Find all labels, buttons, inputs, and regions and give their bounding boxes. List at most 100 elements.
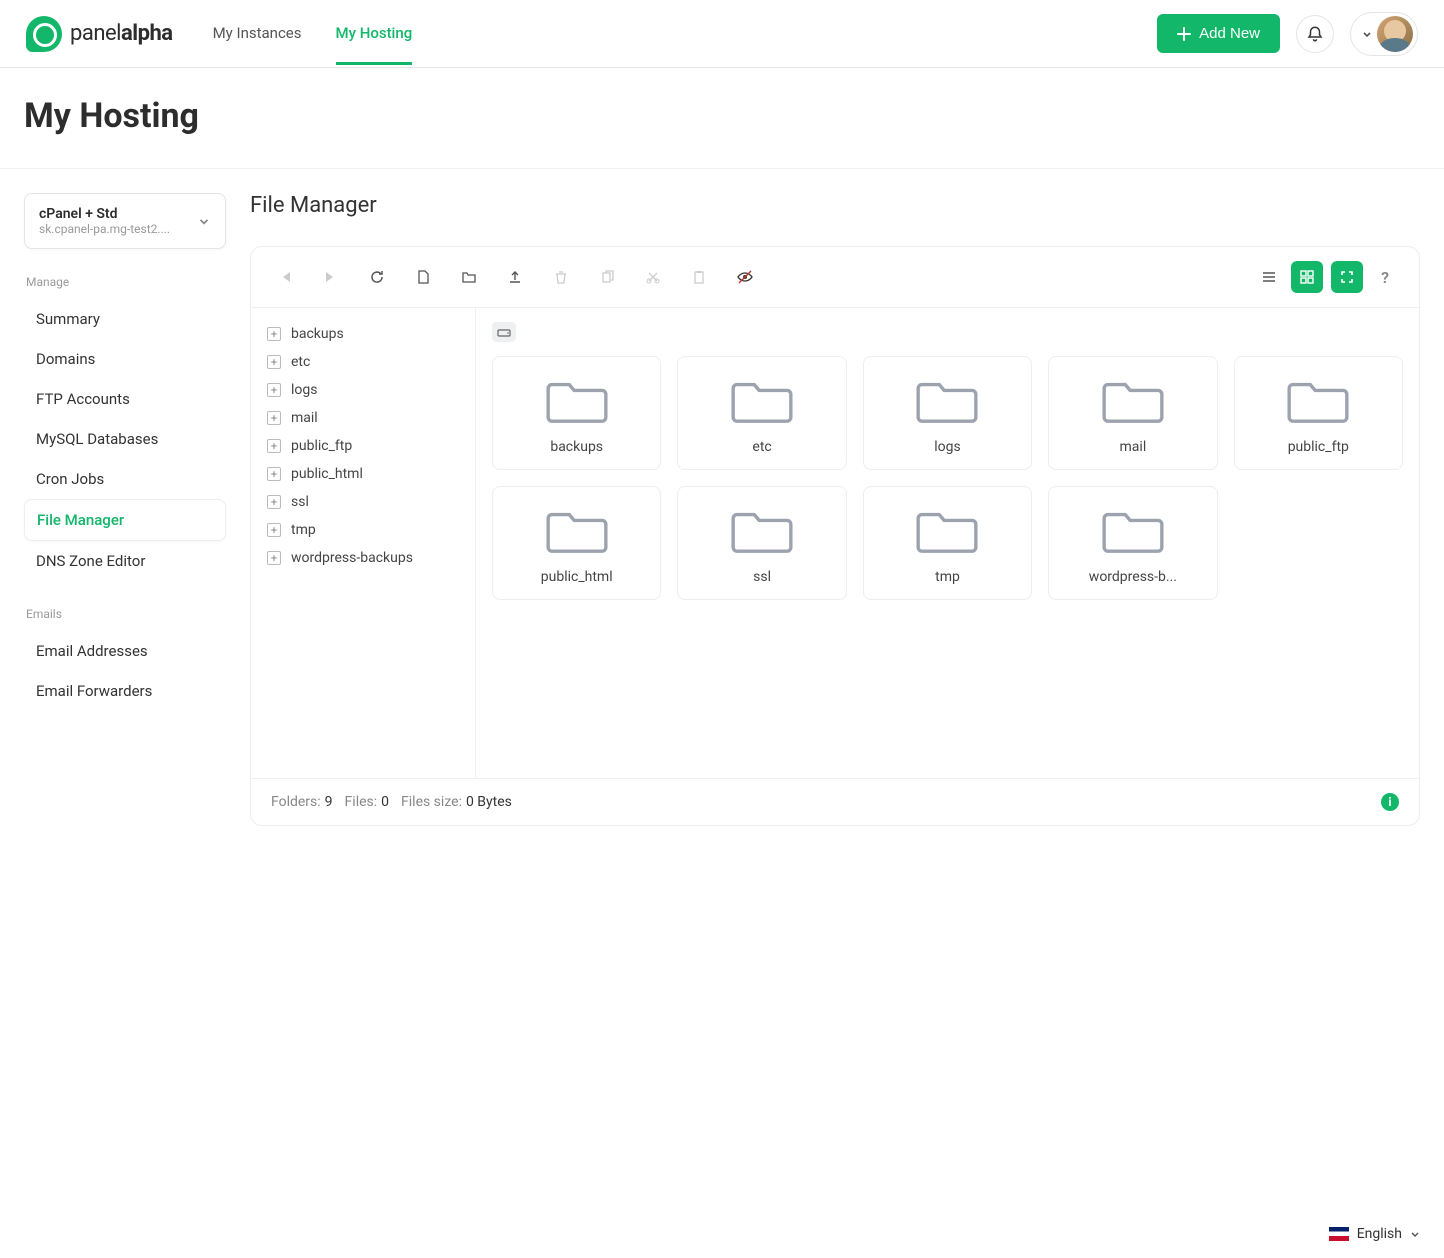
folder-item[interactable]: etc — [677, 356, 846, 470]
sidebar-item[interactable]: Summary — [24, 299, 226, 339]
file-manager-card: ? +backups+etc+logs+mail+public_ftp+publ… — [250, 246, 1420, 826]
tree-item[interactable]: + wordpress-backups — [261, 544, 465, 572]
help-button[interactable]: ? — [1371, 263, 1399, 291]
folder-item[interactable]: ssl — [677, 486, 846, 600]
expand-icon[interactable]: + — [267, 355, 281, 369]
new-file-button[interactable] — [409, 263, 437, 291]
status-files-label: Files: — [345, 794, 378, 810]
folder-item[interactable]: logs — [863, 356, 1032, 470]
expand-icon[interactable]: + — [267, 551, 281, 565]
delete-button[interactable] — [547, 263, 575, 291]
bell-icon — [1306, 25, 1324, 43]
top-nav-item[interactable]: My Hosting — [336, 2, 413, 65]
sidebar: cPanel + Std sk.cpanel-pa.mg-test2.... M… — [24, 193, 226, 711]
folder-item[interactable]: public_ftp — [1234, 356, 1403, 470]
top-header: panelalpha My Instances My Hosting Add Ne… — [0, 0, 1444, 68]
logo[interactable]: panelalpha — [26, 16, 173, 52]
expand-icon[interactable]: + — [267, 383, 281, 397]
account-selector[interactable]: cPanel + Std sk.cpanel-pa.mg-test2.... — [24, 193, 226, 249]
folder-icon — [1287, 375, 1349, 425]
tree-item[interactable]: + ssl — [261, 488, 465, 516]
sidebar-item[interactable]: Cron Jobs — [24, 459, 226, 499]
folder-icon — [1102, 505, 1164, 555]
folder-icon — [546, 505, 608, 555]
folder-item[interactable]: wordpress-b... — [1048, 486, 1217, 600]
folder-icon — [731, 375, 793, 425]
user-menu[interactable] — [1350, 12, 1418, 56]
upload-button[interactable] — [501, 263, 529, 291]
logo-text: panelalpha — [70, 21, 173, 46]
tree-item[interactable]: +backups — [261, 320, 465, 348]
folder-icon — [546, 375, 608, 425]
folder-item[interactable]: public_html — [492, 486, 661, 600]
tree-item[interactable]: +public_ftp — [261, 432, 465, 460]
folder-item[interactable]: backups — [492, 356, 661, 470]
copy-button[interactable] — [593, 263, 621, 291]
top-nav: My Instances My Hosting — [213, 2, 413, 65]
sidebar-item[interactable]: File Manager — [24, 499, 226, 541]
main-content: File Manager ? — [250, 193, 1420, 826]
top-nav-item[interactable]: My Instances — [213, 2, 302, 65]
expand-icon[interactable]: + — [267, 411, 281, 425]
add-new-button[interactable]: Add New — [1157, 14, 1280, 53]
tree-item-label: wordpress-backups — [291, 550, 413, 566]
sidebar-item[interactable]: Domains — [24, 339, 226, 379]
fm-content: backups etclogs mail public_ftp public_html s… — [476, 308, 1419, 778]
tree-item-label: ssl — [291, 494, 309, 510]
tree-item[interactable]: +mail — [261, 404, 465, 432]
fullscreen-button[interactable] — [1331, 261, 1363, 293]
add-new-label: Add New — [1199, 25, 1260, 42]
expand-icon[interactable]: + — [267, 523, 281, 537]
breadcrumb-root[interactable] — [492, 322, 516, 342]
folder-icon — [916, 375, 978, 425]
sidebar-item[interactable]: Email Addresses — [24, 631, 226, 671]
expand-icon[interactable]: + — [267, 495, 281, 509]
folder-label: wordpress-b... — [1089, 569, 1177, 585]
paste-button[interactable] — [685, 263, 713, 291]
refresh-button[interactable] — [363, 263, 391, 291]
view-list-button[interactable] — [1255, 263, 1283, 291]
folder-icon — [1102, 375, 1164, 425]
sidebar-item[interactable]: DNS Zone Editor — [24, 541, 226, 581]
tree-item[interactable]: +etc — [261, 348, 465, 376]
folder-label: backups — [550, 439, 603, 455]
expand-icon[interactable]: + — [267, 439, 281, 453]
tree-item[interactable]: +public_html — [261, 460, 465, 488]
expand-icon[interactable]: + — [267, 327, 281, 341]
sidebar-item[interactable]: FTP Accounts — [24, 379, 226, 419]
flag-uk-icon — [1329, 1227, 1349, 1241]
status-files-value: 0 — [381, 794, 389, 810]
toggle-hidden-button[interactable] — [731, 263, 759, 291]
folder-item[interactable]: tmp — [863, 486, 1032, 600]
nav-last-button[interactable] — [317, 263, 345, 291]
chevron-down-icon — [197, 214, 211, 228]
folder-grid: backups etclogs mail public_ftp public_html s… — [492, 356, 1403, 600]
tree-item-label: logs — [291, 382, 317, 398]
new-folder-button[interactable] — [455, 263, 483, 291]
folder-label: mail — [1120, 439, 1147, 455]
sidebar-section-manage-label: Manage — [26, 275, 226, 289]
view-grid-button[interactable] — [1291, 261, 1323, 293]
account-selector-subtitle: sk.cpanel-pa.mg-test2.... — [39, 222, 170, 236]
folder-label: public_ftp — [1288, 439, 1349, 455]
status-filesize-value: 0 Bytes — [466, 794, 512, 810]
tree-item[interactable]: + logs — [261, 376, 465, 404]
status-info-button[interactable]: i — [1381, 793, 1399, 811]
folder-label: tmp — [935, 569, 960, 585]
sidebar-nav-emails: Email AddressesEmail Forwarders — [24, 631, 226, 711]
sidebar-item[interactable]: Email Forwarders — [24, 671, 226, 711]
tree-item-label: tmp — [291, 522, 316, 538]
folder-item[interactable]: mail — [1048, 356, 1217, 470]
notifications-button[interactable] — [1296, 15, 1334, 53]
plus-icon — [1177, 27, 1191, 41]
sidebar-item[interactable]: MySQL Databases — [24, 419, 226, 459]
cut-button[interactable] — [639, 263, 667, 291]
folder-label: public_html — [541, 569, 613, 585]
account-selector-title: cPanel + Std — [39, 206, 170, 222]
fm-tree: +backups+etc+logs+mail+public_ftp+public… — [251, 308, 476, 778]
nav-first-button[interactable] — [271, 263, 299, 291]
language-selector[interactable]: English — [1329, 1226, 1420, 1242]
expand-icon[interactable]: + — [267, 467, 281, 481]
sidebar-section-emails-label: Emails — [26, 607, 226, 621]
tree-item[interactable]: + tmp — [261, 516, 465, 544]
